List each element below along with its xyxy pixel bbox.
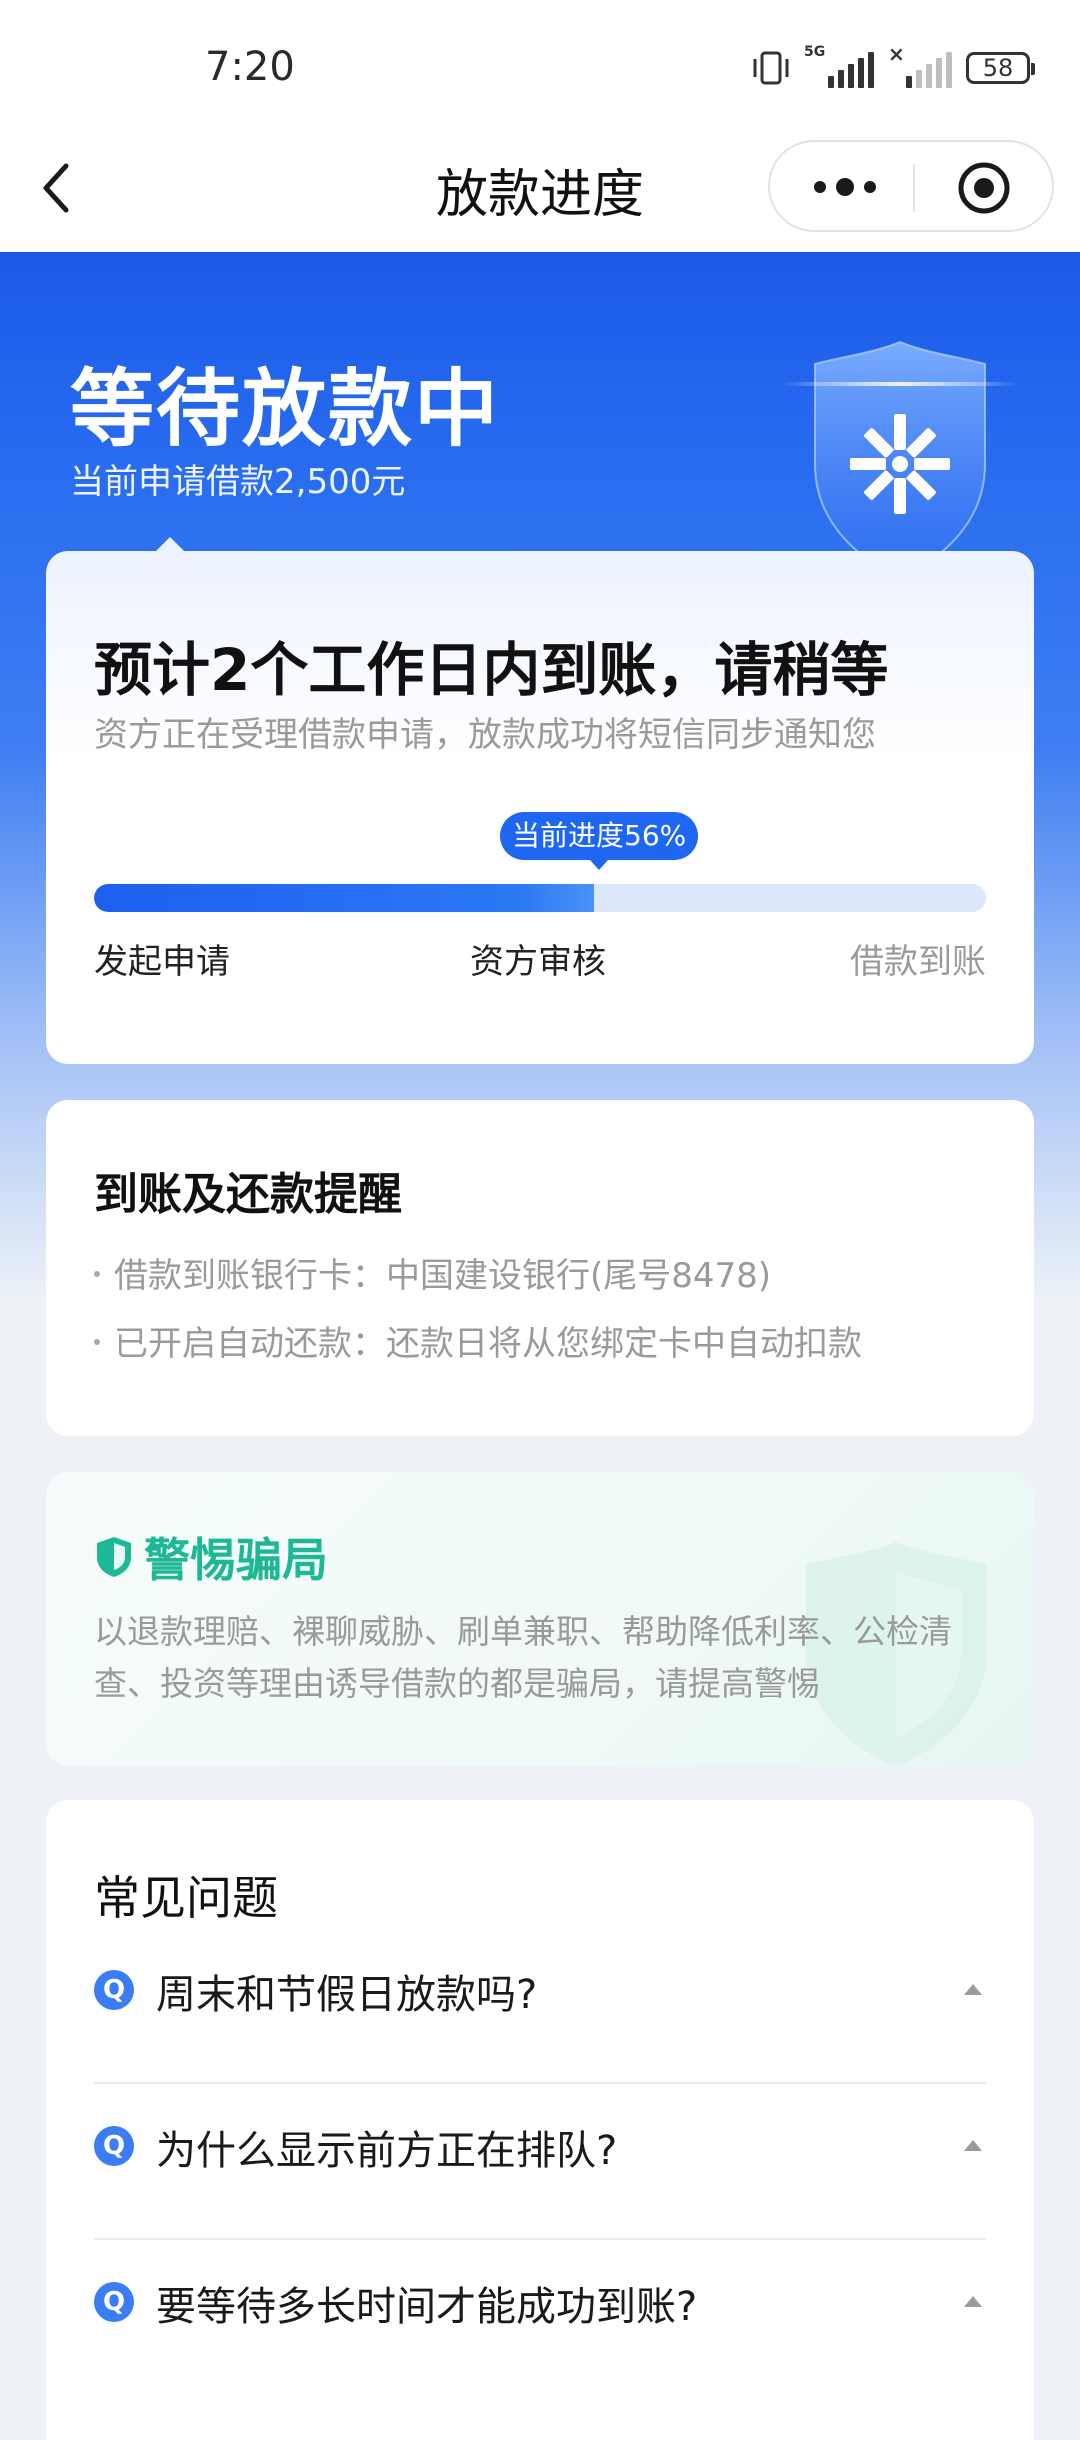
top-bar: 7:20 5G × 58 放款进度 [0,0,1080,252]
reminder-card: 到账及还款提醒 借款到账银行卡：中国建设银行(尾号8478) 已开启自动还款：还… [46,1100,1034,1436]
network-label: 5G [804,44,826,60]
question-icon: Q [94,2282,134,2322]
mini-program-capsule [768,140,1054,232]
capsule-divider [913,164,915,212]
fraud-warning-card: 警惕骗局 以退款理赔、裸聊威胁、刷单兼职、帮助降低利率、公检清查、投资等理由诱导… [46,1472,1034,1766]
faq-item[interactable]: Q 周末和节假日放款吗? [94,1926,986,2084]
faq-question: 要等待多长时间才能成功到账? [156,2284,698,2330]
collapse-arrow-icon [964,2296,982,2307]
collapse-arrow-icon [964,1984,982,1995]
progress-fill [94,884,594,912]
hero-subtitle: 当前申请借款2,500元 [70,462,406,502]
faq-item[interactable]: Q 为什么显示前方正在排队? [94,2082,986,2240]
shield-check-icon [97,1537,131,1577]
battery-icon: 58 [966,52,1035,84]
progress-track [94,884,986,912]
reminder-title: 到账及还款提醒 [94,1169,402,1220]
battery-level: 58 [982,54,1014,82]
progress-badge: 当前进度56% [500,812,699,870]
progress-subtitle: 资方正在受理借款申请，放款成功将短信同步通知您 [94,715,876,755]
vibrate-icon [753,51,789,85]
reminder-item: 借款到账银行卡：中国建设银行(尾号8478) [94,1248,771,1297]
faq-title: 常见问题 [94,1871,278,1925]
step-review: 资方审核 [470,942,606,982]
progress-card: 预计2个工作日内到账，请稍等 资方正在受理借款申请，放款成功将短信同步通知您 当… [46,537,1034,1064]
question-icon: Q [94,2126,134,2166]
collapse-arrow-icon [964,2140,982,2151]
faq-card: 常见问题 Q 周末和节假日放款吗? Q 为什么显示前方正在排队? Q 要等待多长… [46,1800,1034,2440]
fraud-text: 以退款理赔、裸聊威胁、刷单兼职、帮助降低利率、公检清查、投资等理由诱导借款的都是… [94,1612,952,1703]
more-dots-icon[interactable] [810,172,880,202]
faq-question: 为什么显示前方正在排队? [156,2128,618,2174]
question-icon: Q [94,1970,134,2010]
step-apply: 发起申请 [94,942,230,982]
reminder-item-text: 已开启自动还款：还款日将从您绑定卡中自动扣款 [114,1324,862,1364]
progress-title: 预计2个工作日内到账，请稍等 [94,636,889,704]
target-circle-icon[interactable] [956,160,1012,216]
hero-title: 等待放款中 [70,360,501,458]
status-time: 7:20 [205,44,295,90]
status-icons: 5G × 58 [750,42,1035,90]
reminder-item: 已开启自动还款：还款日将从您绑定卡中自动扣款 [94,1316,862,1365]
step-received: 借款到账 [850,942,986,982]
fraud-title: 警惕骗局 [144,1533,328,1587]
signal-nosim-icon: × [888,42,952,88]
reminder-item-text: 借款到账银行卡：中国建设银行(尾号8478) [114,1256,772,1296]
signal-5g-icon: 5G [804,44,874,88]
faq-item[interactable]: Q 要等待多长时间才能成功到账? [94,2238,986,2394]
faq-question: 周末和节假日放款吗? [156,1972,538,2018]
fraud-header: 警惕骗局 [94,1524,328,1590]
card-notch [154,537,186,553]
